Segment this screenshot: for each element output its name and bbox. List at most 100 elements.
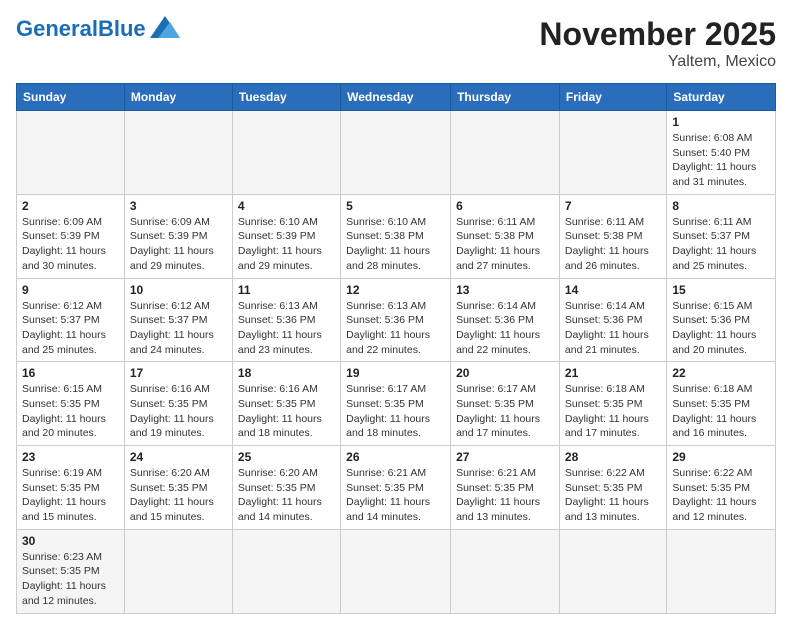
calendar-cell-0 bbox=[17, 111, 125, 195]
calendar-cell-10: 5Sunrise: 6:10 AM Sunset: 5:38 PM Daylig… bbox=[341, 194, 451, 278]
day-info-14: Sunrise: 6:14 AM Sunset: 5:36 PM Dayligh… bbox=[565, 299, 661, 358]
day-number-20: 20 bbox=[456, 366, 554, 380]
calendar-cell-15: 10Sunrise: 6:12 AM Sunset: 5:37 PM Dayli… bbox=[124, 278, 232, 362]
day-number-5: 5 bbox=[346, 199, 445, 213]
calendar-cell-16: 11Sunrise: 6:13 AM Sunset: 5:36 PM Dayli… bbox=[232, 278, 340, 362]
day-info-15: Sunrise: 6:15 AM Sunset: 5:36 PM Dayligh… bbox=[672, 299, 770, 358]
calendar-cell-19: 14 Sunrise: 6:14 AM Sunset: 5:36 PM Dayli… bbox=[559, 278, 666, 362]
calendar-cell-37 bbox=[232, 529, 340, 613]
day-number-23: 23 bbox=[22, 450, 119, 464]
month-title: November 2025 bbox=[539, 16, 776, 53]
calendar-cell-30: 25Sunrise: 6:20 AM Sunset: 5:35 PM Dayli… bbox=[232, 446, 340, 530]
day-number-7: 7 bbox=[565, 199, 661, 213]
day-number-13: 13 bbox=[456, 283, 554, 297]
title-block: November 2025 Yaltem, Mexico bbox=[539, 16, 776, 71]
weekday-header-monday: Monday bbox=[124, 84, 232, 111]
calendar-cell-28: 23Sunrise: 6:19 AM Sunset: 5:35 PM Dayli… bbox=[17, 446, 125, 530]
page-header: GeneralBlue November 2025 Yaltem, Mexico bbox=[16, 16, 776, 71]
day-info-30: Sunrise: 6:23 AM Sunset: 5:35 PM Dayligh… bbox=[22, 550, 119, 609]
day-info-18: Sunrise: 6:16 AM Sunset: 5:35 PM Dayligh… bbox=[238, 382, 335, 441]
day-number-29: 29 bbox=[672, 450, 770, 464]
calendar-cell-38 bbox=[341, 529, 451, 613]
location: Yaltem, Mexico bbox=[539, 53, 776, 71]
day-info-25: Sunrise: 6:20 AM Sunset: 5:35 PM Dayligh… bbox=[238, 466, 335, 525]
day-number-12: 12 bbox=[346, 283, 445, 297]
day-info-29: Sunrise: 6:22 AM Sunset: 5:35 PM Dayligh… bbox=[672, 466, 770, 525]
calendar-cell-33: 28 Sunrise: 6:22 AM Sunset: 5:35 PM Dayli… bbox=[559, 446, 666, 530]
calendar-cell-22: 17Sunrise: 6:16 AM Sunset: 5:35 PM Dayli… bbox=[124, 362, 232, 446]
day-info-19: Sunrise: 6:17 AM Sunset: 5:35 PM Dayligh… bbox=[346, 382, 445, 441]
day-info-28: Sunrise: 6:22 AM Sunset: 5:35 PM Dayligh… bbox=[565, 466, 661, 525]
calendar-cell-39 bbox=[451, 529, 560, 613]
logo-icon bbox=[150, 16, 180, 38]
day-number-26: 26 bbox=[346, 450, 445, 464]
day-info-3: Sunrise: 6:09 AM Sunset: 5:39 PM Dayligh… bbox=[130, 215, 227, 274]
logo-blue: Blue bbox=[98, 16, 146, 41]
day-number-15: 15 bbox=[672, 283, 770, 297]
day-number-2: 2 bbox=[22, 199, 119, 213]
calendar-week-row-1: 2 Sunrise: 6:09 AM Sunset: 5:39 PM Daylig… bbox=[17, 194, 776, 278]
day-number-22: 22 bbox=[672, 366, 770, 380]
weekday-header-row: SundayMondayTuesdayWednesdayThursdayFrid… bbox=[17, 84, 776, 111]
day-number-3: 3 bbox=[130, 199, 227, 213]
day-number-19: 19 bbox=[346, 366, 445, 380]
day-number-6: 6 bbox=[456, 199, 554, 213]
calendar-cell-5 bbox=[559, 111, 666, 195]
day-info-6: Sunrise: 6:11 AM Sunset: 5:38 PM Dayligh… bbox=[456, 215, 554, 274]
calendar-cell-3 bbox=[341, 111, 451, 195]
calendar-cell-31: 26 Sunrise: 6:21 AM Sunset: 5:35 PM Dayli… bbox=[341, 446, 451, 530]
day-info-26: Sunrise: 6:21 AM Sunset: 5:35 PM Dayligh… bbox=[346, 466, 445, 525]
day-number-10: 10 bbox=[130, 283, 227, 297]
day-number-9: 9 bbox=[22, 283, 119, 297]
calendar-cell-32: 27 Sunrise: 6:21 AM Sunset: 5:35 PM Dayli… bbox=[451, 446, 560, 530]
calendar-week-row-0: 1 Sunrise: 6:08 AM Sunset: 5:40 PM Daylig… bbox=[17, 111, 776, 195]
day-info-1: Sunrise: 6:08 AM Sunset: 5:40 PM Dayligh… bbox=[672, 131, 770, 190]
day-number-14: 14 bbox=[565, 283, 661, 297]
day-number-30: 30 bbox=[22, 534, 119, 548]
day-info-27: Sunrise: 6:21 AM Sunset: 5:35 PM Dayligh… bbox=[456, 466, 554, 525]
calendar-cell-21: 16Sunrise: 6:15 AM Sunset: 5:35 PM Dayli… bbox=[17, 362, 125, 446]
calendar-cell-9: 4 Sunrise: 6:10 AM Sunset: 5:39 PM Daylig… bbox=[232, 194, 340, 278]
calendar-cell-8: 3 Sunrise: 6:09 AM Sunset: 5:39 PM Daylig… bbox=[124, 194, 232, 278]
day-info-22: Sunrise: 6:18 AM Sunset: 5:35 PM Dayligh… bbox=[672, 382, 770, 441]
calendar-cell-36 bbox=[124, 529, 232, 613]
day-info-9: Sunrise: 6:12 AM Sunset: 5:37 PM Dayligh… bbox=[22, 299, 119, 358]
day-number-21: 21 bbox=[565, 366, 661, 380]
logo-text: GeneralBlue bbox=[16, 16, 146, 42]
calendar-cell-2 bbox=[232, 111, 340, 195]
calendar-cell-24: 19 Sunrise: 6:17 AM Sunset: 5:35 PM Dayli… bbox=[341, 362, 451, 446]
calendar-cell-4 bbox=[451, 111, 560, 195]
day-number-18: 18 bbox=[238, 366, 335, 380]
calendar-table: SundayMondayTuesdayWednesdayThursdayFrid… bbox=[16, 83, 776, 614]
calendar-cell-23: 18 Sunrise: 6:16 AM Sunset: 5:35 PM Dayli… bbox=[232, 362, 340, 446]
day-info-20: Sunrise: 6:17 AM Sunset: 5:35 PM Dayligh… bbox=[456, 382, 554, 441]
day-number-4: 4 bbox=[238, 199, 335, 213]
day-info-8: Sunrise: 6:11 AM Sunset: 5:37 PM Dayligh… bbox=[672, 215, 770, 274]
weekday-header-saturday: Saturday bbox=[667, 84, 776, 111]
calendar-cell-20: 15 Sunrise: 6:15 AM Sunset: 5:36 PM Dayli… bbox=[667, 278, 776, 362]
weekday-header-friday: Friday bbox=[559, 84, 666, 111]
calendar-cell-26: 21Sunrise: 6:18 AM Sunset: 5:35 PM Dayli… bbox=[559, 362, 666, 446]
day-info-17: Sunrise: 6:16 AM Sunset: 5:35 PM Dayligh… bbox=[130, 382, 227, 441]
day-number-28: 28 bbox=[565, 450, 661, 464]
day-info-4: Sunrise: 6:10 AM Sunset: 5:39 PM Dayligh… bbox=[238, 215, 335, 274]
calendar-cell-11: 6 Sunrise: 6:11 AM Sunset: 5:38 PM Daylig… bbox=[451, 194, 560, 278]
calendar-cell-12: 7Sunrise: 6:11 AM Sunset: 5:38 PM Daylig… bbox=[559, 194, 666, 278]
day-number-8: 8 bbox=[672, 199, 770, 213]
day-number-27: 27 bbox=[456, 450, 554, 464]
day-number-1: 1 bbox=[672, 115, 770, 129]
calendar-cell-27: 22 Sunrise: 6:18 AM Sunset: 5:35 PM Dayli… bbox=[667, 362, 776, 446]
calendar-cell-6: 1 Sunrise: 6:08 AM Sunset: 5:40 PM Daylig… bbox=[667, 111, 776, 195]
calendar-week-row-3: 16Sunrise: 6:15 AM Sunset: 5:35 PM Dayli… bbox=[17, 362, 776, 446]
calendar-cell-17: 12Sunrise: 6:13 AM Sunset: 5:36 PM Dayli… bbox=[341, 278, 451, 362]
logo: GeneralBlue bbox=[16, 16, 180, 42]
calendar-week-row-5: 30 Sunrise: 6:23 AM Sunset: 5:35 PM Dayli… bbox=[17, 529, 776, 613]
day-number-11: 11 bbox=[238, 283, 335, 297]
weekday-header-sunday: Sunday bbox=[17, 84, 125, 111]
day-number-16: 16 bbox=[22, 366, 119, 380]
calendar-week-row-4: 23Sunrise: 6:19 AM Sunset: 5:35 PM Dayli… bbox=[17, 446, 776, 530]
day-info-24: Sunrise: 6:20 AM Sunset: 5:35 PM Dayligh… bbox=[130, 466, 227, 525]
calendar-cell-14: 9 Sunrise: 6:12 AM Sunset: 5:37 PM Daylig… bbox=[17, 278, 125, 362]
day-info-13: Sunrise: 6:14 AM Sunset: 5:36 PM Dayligh… bbox=[456, 299, 554, 358]
weekday-header-wednesday: Wednesday bbox=[341, 84, 451, 111]
